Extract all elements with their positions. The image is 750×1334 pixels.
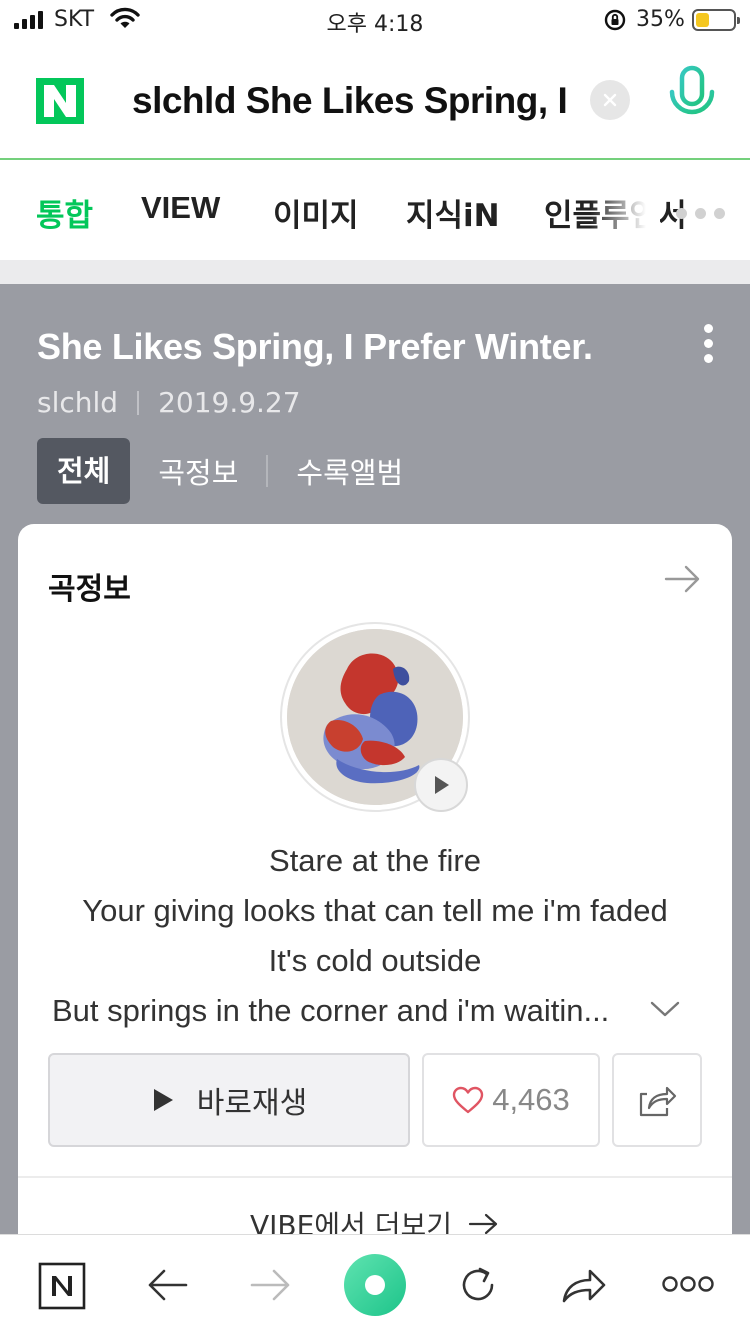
more-options-icon[interactable]	[704, 324, 713, 363]
back-icon[interactable]	[146, 1267, 188, 1303]
browser-toolbar	[0, 1234, 750, 1334]
battery-icon	[692, 9, 740, 31]
like-count: 4,463	[492, 1082, 570, 1117]
share-icon[interactable]	[560, 1265, 608, 1305]
heart-icon	[453, 1086, 484, 1114]
search-header: slchld She Likes Spring, I Prefer Winter…	[0, 40, 750, 160]
search-tabs: 통합 VIEW 이미지 지식iN 인플루언서	[0, 160, 750, 260]
divider	[18, 1176, 732, 1178]
more-tabs-icon[interactable]	[676, 208, 725, 219]
naver-home-icon[interactable]	[38, 1262, 86, 1310]
share-button[interactable]	[612, 1053, 702, 1147]
divider	[0, 260, 750, 284]
naver-logo-icon[interactable]	[36, 78, 84, 124]
mini-play-button[interactable]	[414, 758, 468, 812]
release-date: 2019.9.27	[158, 386, 301, 419]
tabs-fade	[590, 160, 660, 260]
chevron-down-icon[interactable]	[650, 1000, 680, 1018]
close-icon	[603, 93, 617, 107]
microphone-icon[interactable]	[666, 64, 718, 132]
artist-name[interactable]: slchld	[37, 386, 118, 419]
refresh-icon[interactable]	[456, 1263, 500, 1307]
song-title[interactable]: She Likes Spring, I Prefer Winter.	[37, 326, 593, 368]
like-button[interactable]: 4,463	[422, 1053, 600, 1147]
play-icon	[435, 776, 449, 794]
arrow-right-icon[interactable]	[664, 564, 702, 594]
song-panel: She Likes Spring, I Prefer Winter. slchl…	[0, 284, 750, 1264]
lyric-line-last[interactable]: But springs in the corner and i'm waitin…	[18, 986, 732, 1036]
clear-search-button[interactable]	[590, 80, 630, 120]
play-now-label: 바로재생	[196, 1086, 308, 1121]
card-title: 곡정보	[48, 572, 131, 607]
tab-integrated[interactable]: 통합	[36, 190, 93, 235]
orientation-lock-icon	[604, 9, 626, 31]
lyrics: Stare at the fire Your giving looks that…	[18, 836, 732, 1036]
more-menu-icon[interactable]	[662, 1273, 714, 1295]
forward-icon	[250, 1269, 290, 1301]
arrow-right-icon	[468, 1213, 498, 1235]
lyric-line: It's cold outside	[268, 943, 482, 978]
sub-tabs: 전체 곡정보 수록앨범	[37, 438, 403, 504]
subtab-album[interactable]: 수록앨범	[296, 450, 403, 492]
green-dot-button[interactable]	[344, 1254, 406, 1316]
tab-image[interactable]: 이미지	[273, 190, 359, 235]
subtab-all[interactable]: 전체	[37, 438, 131, 504]
lyric-line: But springs in the corner and i'm waitin…	[52, 993, 610, 1028]
tab-knowledge-in[interactable]: 지식iN	[406, 190, 500, 235]
song-meta: slchld 2019.9.27	[37, 386, 301, 419]
search-input[interactable]: slchld She Likes Spring, I Prefer Winter…	[132, 76, 576, 126]
play-now-button[interactable]: 바로재생	[48, 1053, 410, 1147]
lyric-line: Stare at the fire	[269, 843, 481, 878]
tab-view[interactable]: VIEW	[141, 190, 220, 226]
status-bar: SKT 오후 4:18 35%	[0, 0, 750, 40]
subtab-song-info[interactable]: 곡정보	[158, 450, 238, 492]
song-info-card: 곡정보 Stare at the fire Your giving looks …	[18, 524, 732, 1264]
share-icon	[639, 1086, 677, 1117]
battery-percent: 35%	[636, 7, 685, 32]
play-icon	[153, 1089, 173, 1111]
lyric-line: Your giving looks that can tell me i'm f…	[82, 893, 668, 928]
